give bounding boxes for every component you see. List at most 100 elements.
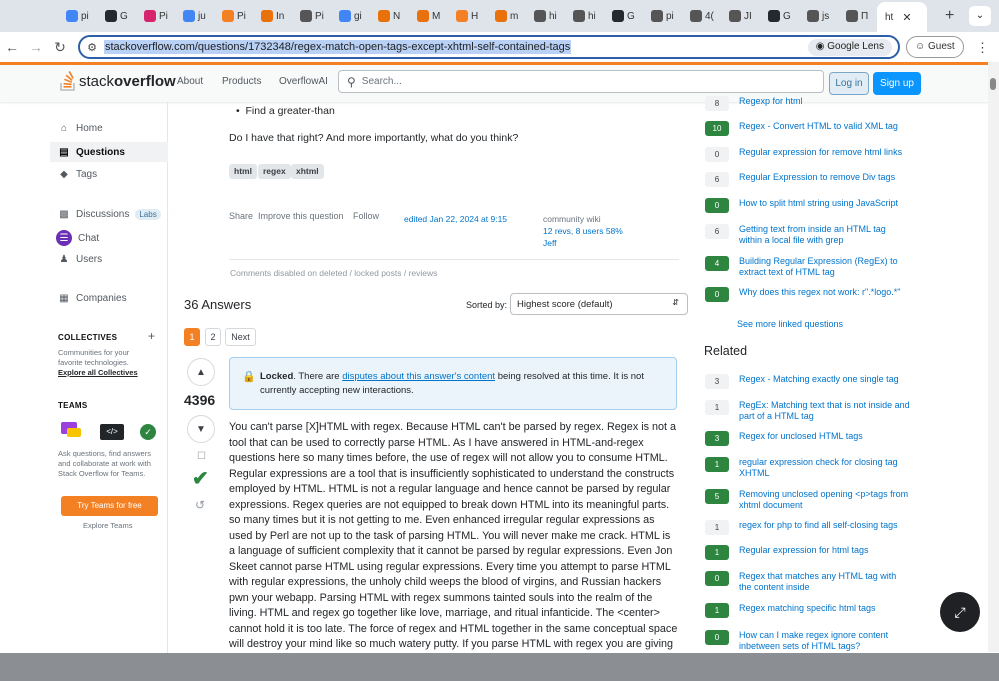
tag-html[interactable]: html bbox=[229, 164, 257, 179]
question-row[interactable]: 5 Removing unclosed opening <p>tags from … bbox=[705, 489, 910, 511]
browser-tab[interactable]: hi bbox=[526, 3, 565, 29]
question-link[interactable]: Why does this regex not work: r".*logo.*… bbox=[739, 287, 900, 302]
browser-tab[interactable]: Pi bbox=[292, 3, 331, 29]
browser-tab[interactable]: M bbox=[409, 3, 448, 29]
browser-tab[interactable]: Pi bbox=[136, 3, 175, 29]
question-link[interactable]: Regex - Matching exactly one single tag bbox=[739, 374, 899, 389]
question-row[interactable]: 1 regex for php to find all self-closing … bbox=[705, 520, 910, 535]
browser-tab[interactable]: pi bbox=[58, 3, 97, 29]
revisions-link[interactable]: 12 revs, 8 users 58% bbox=[543, 226, 623, 236]
browser-tab[interactable]: N bbox=[370, 3, 409, 29]
question-link[interactable]: Regexp for html bbox=[739, 96, 803, 111]
forward-icon[interactable]: → bbox=[24, 39, 48, 55]
sidebar-item-companies[interactable]: ▦ Companies bbox=[58, 292, 126, 304]
reload-icon[interactable]: ↻ bbox=[48, 39, 72, 56]
question-row[interactable]: 3 Regex for unclosed HTML tags bbox=[705, 431, 910, 446]
question-row[interactable]: 6 Getting text from inside an HTML tag wi… bbox=[705, 224, 910, 246]
follow-link[interactable]: Follow bbox=[353, 211, 379, 221]
browser-tab[interactable]: pi bbox=[643, 3, 682, 29]
question-link[interactable]: Removing unclosed opening <p>tags from x… bbox=[739, 489, 910, 511]
sidebar-item-home[interactable]: ⌂ Home bbox=[58, 122, 103, 134]
explore-teams-link[interactable]: Explore Teams bbox=[83, 521, 132, 531]
browser-tab[interactable]: G bbox=[97, 3, 136, 29]
close-tab-icon[interactable]: ✕ bbox=[902, 11, 911, 24]
question-row[interactable]: 0 How to split html string using JavaScri… bbox=[705, 198, 910, 213]
question-row[interactable]: 4 Building Regular Expression (RegEx) to … bbox=[705, 256, 910, 278]
browser-tab[interactable]: In bbox=[253, 3, 292, 29]
user-link[interactable]: Jeff bbox=[543, 238, 557, 248]
question-link[interactable]: Regular expression for remove html links bbox=[739, 147, 902, 162]
browser-tab[interactable]: G bbox=[760, 3, 799, 29]
try-teams-button[interactable]: Try Teams for free bbox=[61, 496, 158, 516]
question-link[interactable]: regular expression check for closing tag… bbox=[739, 457, 910, 479]
improve-question-link[interactable]: Improve this question bbox=[258, 211, 344, 221]
google-lens-button[interactable]: ◉ Google Lens bbox=[807, 39, 892, 56]
question-link[interactable]: Building Regular Expression (RegEx) to e… bbox=[739, 256, 910, 278]
question-row[interactable]: 1 Regex matching specific html tags bbox=[705, 603, 910, 618]
share-link[interactable]: Share bbox=[229, 211, 253, 221]
history-icon[interactable]: ↺ bbox=[195, 498, 205, 512]
question-link[interactable]: How to split html string using JavaScrip… bbox=[739, 198, 898, 213]
expand-icon[interactable]: ⤢ bbox=[940, 592, 980, 632]
add-collective-icon[interactable]: + bbox=[148, 329, 155, 343]
question-link[interactable]: Regex matching specific html tags bbox=[739, 603, 876, 618]
disputes-link[interactable]: disputes about this answer's content bbox=[342, 371, 495, 382]
question-link[interactable]: Regex - Convert HTML to valid XML tag bbox=[739, 121, 898, 136]
active-browser-tab[interactable]: ht ✕ bbox=[877, 2, 927, 32]
question-link[interactable]: regex for php to find all self-closing t… bbox=[739, 520, 898, 535]
browser-menu-icon[interactable]: ⋮ bbox=[976, 40, 989, 56]
sidebar-item-users[interactable]: ♟ Users bbox=[58, 253, 103, 265]
browser-tab[interactable]: JI bbox=[721, 3, 760, 29]
sidebar-item-tags[interactable]: ◆ Tags bbox=[58, 168, 97, 180]
tag-regex[interactable]: regex bbox=[258, 164, 291, 179]
question-row[interactable]: 1 regular expression check for closing ta… bbox=[705, 457, 910, 479]
site-info-icon[interactable]: ⚙ bbox=[80, 41, 104, 54]
sidebar-item-discussions[interactable]: ▩ Discussions Labs bbox=[58, 208, 161, 220]
see-more-linked-link[interactable]: See more linked questions bbox=[737, 319, 843, 330]
question-link[interactable]: Getting text from inside an HTML tag wit… bbox=[739, 224, 910, 246]
question-link[interactable]: Regular Expression to remove Div tags bbox=[739, 172, 895, 187]
question-row[interactable]: 3 Regex - Matching exactly one single tag bbox=[705, 374, 910, 389]
browser-tab[interactable]: js bbox=[799, 3, 838, 29]
question-row[interactable]: 6 Regular Expression to remove Div tags bbox=[705, 172, 910, 187]
browser-tab[interactable]: G bbox=[604, 3, 643, 29]
profile-button[interactable]: ☺ Guest bbox=[906, 36, 964, 58]
page-scrollbar[interactable] bbox=[988, 62, 999, 652]
question-row[interactable]: 0 How can I make regex ignore content inb… bbox=[705, 630, 910, 652]
sidebar-item-questions[interactable]: ▤ Questions bbox=[50, 142, 168, 162]
downvote-button[interactable]: ▼ bbox=[187, 415, 215, 443]
browser-tab[interactable]: Pi bbox=[214, 3, 253, 29]
question-row[interactable]: 1 RegEx: Matching text that is not inside… bbox=[705, 400, 910, 422]
question-row[interactable]: 0 Regular expression for remove html link… bbox=[705, 147, 910, 162]
question-link[interactable]: Regex that matches any HTML tag with the… bbox=[739, 571, 910, 593]
browser-tab[interactable]: gi bbox=[331, 3, 370, 29]
question-row[interactable]: 8 Regexp for html bbox=[705, 96, 910, 111]
upvote-button[interactable]: ▲ bbox=[187, 358, 215, 386]
explore-collectives-link[interactable]: Explore all Collectives bbox=[58, 368, 138, 378]
browser-tab[interactable]: m bbox=[487, 3, 526, 29]
page-1[interactable]: 1 bbox=[184, 328, 200, 346]
new-tab-icon[interactable]: + bbox=[945, 7, 954, 25]
page-2[interactable]: 2 bbox=[205, 328, 221, 346]
url-text[interactable]: stackoverflow.com/questions/1732348/rege… bbox=[104, 40, 572, 54]
question-row[interactable]: 1 Regular expression for html tags bbox=[705, 545, 910, 560]
nav-products[interactable]: Products bbox=[222, 76, 261, 87]
question-row[interactable]: 10 Regex - Convert HTML to valid XML tag bbox=[705, 121, 910, 136]
browser-tab[interactable]: hi bbox=[565, 3, 604, 29]
question-link[interactable]: Regex for unclosed HTML tags bbox=[739, 431, 863, 446]
address-bar[interactable]: ⚙ stackoverflow.com/questions/1732348/re… bbox=[78, 35, 900, 59]
browser-tab[interactable]: Π bbox=[838, 3, 877, 29]
question-row[interactable]: 0 Why does this regex not work: r".*logo.… bbox=[705, 287, 910, 302]
question-row[interactable]: 0 Regex that matches any HTML tag with th… bbox=[705, 571, 910, 593]
bookmark-icon[interactable]: ☐ bbox=[197, 451, 206, 462]
page-next[interactable]: Next bbox=[225, 328, 256, 346]
nav-about[interactable]: About bbox=[177, 76, 203, 87]
question-link[interactable]: Regular expression for html tags bbox=[739, 545, 869, 560]
question-link[interactable]: RegEx: Matching text that is not inside … bbox=[739, 400, 910, 422]
back-icon[interactable]: ← bbox=[0, 39, 24, 55]
tag-xhtml[interactable]: xhtml bbox=[291, 164, 324, 179]
question-link[interactable]: How can I make regex ignore content inbe… bbox=[739, 630, 910, 652]
browser-tab[interactable]: H bbox=[448, 3, 487, 29]
sort-select[interactable]: Highest score (default) ⇵ bbox=[510, 293, 688, 315]
tab-list-dropdown[interactable]: ⌄ bbox=[969, 6, 991, 26]
